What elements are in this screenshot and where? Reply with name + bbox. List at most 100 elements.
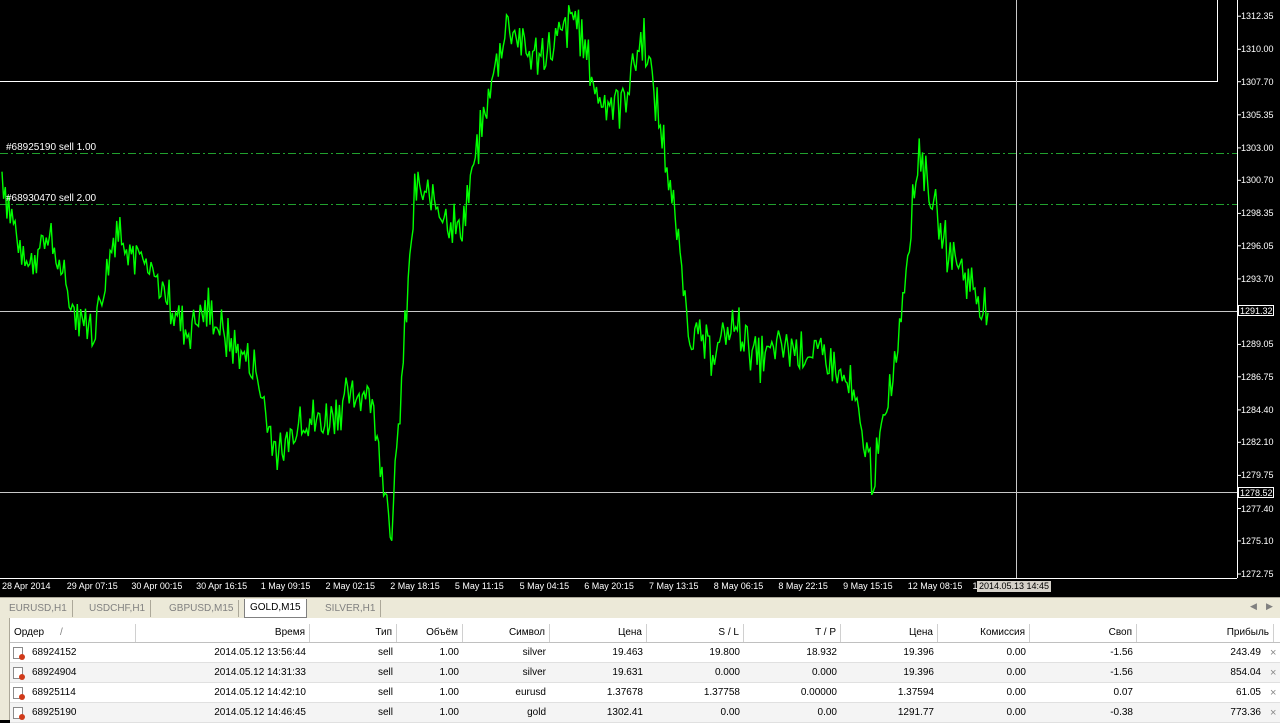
price-tick-label: 1312.35: [1241, 11, 1274, 22]
price-line: [1, 5, 989, 541]
header-profit[interactable]: Прибыль: [1137, 624, 1274, 642]
cell-time: 2014.05.12 14:31:33: [214, 667, 306, 678]
cell-time: 2014.05.12 14:42:10: [214, 687, 306, 698]
cell-swap: -1.56: [1110, 647, 1133, 658]
cell-tp: 0.00: [817, 707, 837, 718]
price-tick-label: 1305.35: [1241, 109, 1274, 120]
price-tick-label: 1298.35: [1241, 208, 1274, 219]
rectangle-object[interactable]: [0, 0, 1218, 82]
order-icon: [13, 647, 25, 660]
cell-swap: -0.38: [1110, 707, 1133, 718]
header-volume[interactable]: Объём: [397, 624, 463, 642]
price-tick-label: 1282.10: [1241, 437, 1274, 448]
cell-sl: 0.00: [720, 707, 740, 718]
cell-profit: 61.05: [1235, 687, 1261, 698]
time-tick-label: 9 May 15:15: [843, 581, 893, 591]
time-tick-label: 2 May 18:15: [390, 581, 440, 591]
order-label[interactable]: #68925190 sell 1.00: [6, 142, 96, 154]
cell-volume: 1.00: [439, 707, 459, 718]
order-icon: [13, 667, 25, 680]
cell-time: 2014.05.12 13:56:44: [214, 647, 306, 658]
cell-commission: 0.00: [1006, 687, 1026, 698]
header-commission[interactable]: Комиссия: [938, 624, 1030, 642]
time-tick-label: 29 Apr 07:15: [66, 581, 118, 591]
close-order-icon[interactable]: ×: [1270, 683, 1276, 703]
cell-commission: 0.00: [1006, 667, 1026, 678]
tab-scroll-left-icon[interactable]: ◀: [1250, 601, 1257, 612]
cell-profit: 773.36: [1230, 707, 1261, 718]
price-tick-label: 1293.70: [1241, 273, 1274, 284]
time-tick-label: 7 May 13:15: [649, 581, 699, 591]
cell-commission: 0.00: [1006, 707, 1026, 718]
price-tick-label: 1277.40: [1241, 503, 1274, 514]
cell-type: sell: [377, 667, 393, 678]
cell-volume: 1.00: [439, 667, 459, 678]
price-tick-label: 1307.70: [1241, 76, 1274, 87]
table-row[interactable]: 68924904 2014.05.12 14:31:33 sell 1.00 s…: [10, 663, 1280, 683]
cell-current-price: 1291.77: [897, 707, 934, 718]
header-order[interactable]: Ордер /: [10, 624, 136, 642]
header-current-price[interactable]: Цена: [841, 624, 938, 642]
cell-sl: 19.800: [709, 647, 740, 658]
cell-price: 1.37678: [606, 687, 643, 698]
tab-eurusd[interactable]: EURUSD,H1: [4, 600, 73, 617]
chart-tabs-bar: EURUSD,H1 USDCHF,H1 GBPUSD,M15 GOLD,M15 …: [0, 597, 1280, 618]
tab-scroll-right-icon[interactable]: ▶: [1266, 601, 1273, 612]
cell-type: sell: [377, 687, 393, 698]
time-tick-label: 5 May 04:15: [519, 581, 570, 591]
chart-canvas[interactable]: [0, 0, 1280, 595]
cell-sl: 0.000: [714, 667, 740, 678]
time-tick-label: 30 Apr 16:15: [196, 581, 248, 591]
cell-type: sell: [377, 707, 393, 718]
price-tick-label: 1300.70: [1241, 175, 1274, 186]
cell-profit: 243.49: [1230, 647, 1261, 658]
cell-current-price: 1.37594: [897, 687, 934, 698]
header-sl[interactable]: S / L: [647, 624, 744, 642]
cell-sl: 1.37758: [703, 687, 740, 698]
close-order-icon[interactable]: ×: [1270, 703, 1276, 723]
price-tick-label: 1272.75: [1241, 569, 1274, 579]
table-row[interactable]: 68925114 2014.05.12 14:42:10 sell 1.00 e…: [10, 683, 1280, 703]
cell-tp: 18.932: [806, 647, 837, 658]
header-tp[interactable]: T / P: [744, 624, 841, 642]
header-price[interactable]: Цена: [550, 624, 647, 642]
price-chart[interactable]: #68925190 sell 1.00 #68930470 sell 2.00 …: [0, 0, 1280, 595]
price-tick-label: 1289.05: [1241, 339, 1274, 350]
cell-time: 2014.05.12 14:46:45: [214, 707, 306, 718]
price-tick-label: 1275.10: [1241, 535, 1274, 546]
sort-indicator-icon: /: [60, 627, 63, 638]
order-label[interactable]: #68930470 sell 2.00: [6, 193, 96, 205]
header-symbol[interactable]: Символ: [463, 624, 550, 642]
cell-price: 1302.41: [606, 707, 643, 718]
cell-swap: -1.56: [1110, 667, 1133, 678]
header-swap[interactable]: Своп: [1030, 624, 1137, 642]
header-type[interactable]: Тип: [310, 624, 397, 642]
table-row[interactable]: 68924152 2014.05.12 13:56:44 sell 1.00 s…: [10, 643, 1280, 663]
table-row[interactable]: 68925190 2014.05.12 14:46:45 sell 1.00 g…: [10, 703, 1280, 723]
cell-symbol: silver: [522, 667, 546, 678]
time-tick-label: 2 May 02:15: [325, 581, 376, 591]
order-icon: [13, 707, 25, 720]
time-tick-label: 8 May 06:15: [713, 581, 764, 591]
cell-order: 68925190: [32, 707, 77, 718]
cell-current-price: 19.396: [903, 667, 934, 678]
close-order-icon[interactable]: ×: [1270, 643, 1276, 663]
cell-tp: 0.00000: [800, 687, 837, 698]
cell-price: 19.631: [612, 667, 643, 678]
price-tick-label: 1286.75: [1241, 371, 1274, 382]
cell-tp: 0.000: [811, 667, 837, 678]
price-tick-label: 1296.05: [1241, 240, 1274, 251]
header-time[interactable]: Время: [136, 624, 310, 642]
time-tick-label: 6 May 20:15: [584, 581, 634, 591]
time-tick-label: 28 Apr 2014: [2, 581, 51, 591]
cell-symbol: silver: [522, 647, 546, 658]
tab-gbpusd[interactable]: GBPUSD,M15: [164, 600, 240, 617]
tab-gold[interactable]: GOLD,M15: [244, 599, 307, 618]
close-order-icon[interactable]: ×: [1270, 663, 1276, 683]
cell-price: 19.463: [612, 647, 643, 658]
time-tick-label: 12 May 08:15: [907, 581, 963, 591]
tab-usdchf[interactable]: USDCHF,H1: [84, 600, 152, 617]
crosshair-price-box: 1278.52: [1238, 487, 1274, 498]
cell-order: 68924152: [32, 647, 77, 658]
tab-silver[interactable]: SILVER,H1: [320, 600, 382, 617]
